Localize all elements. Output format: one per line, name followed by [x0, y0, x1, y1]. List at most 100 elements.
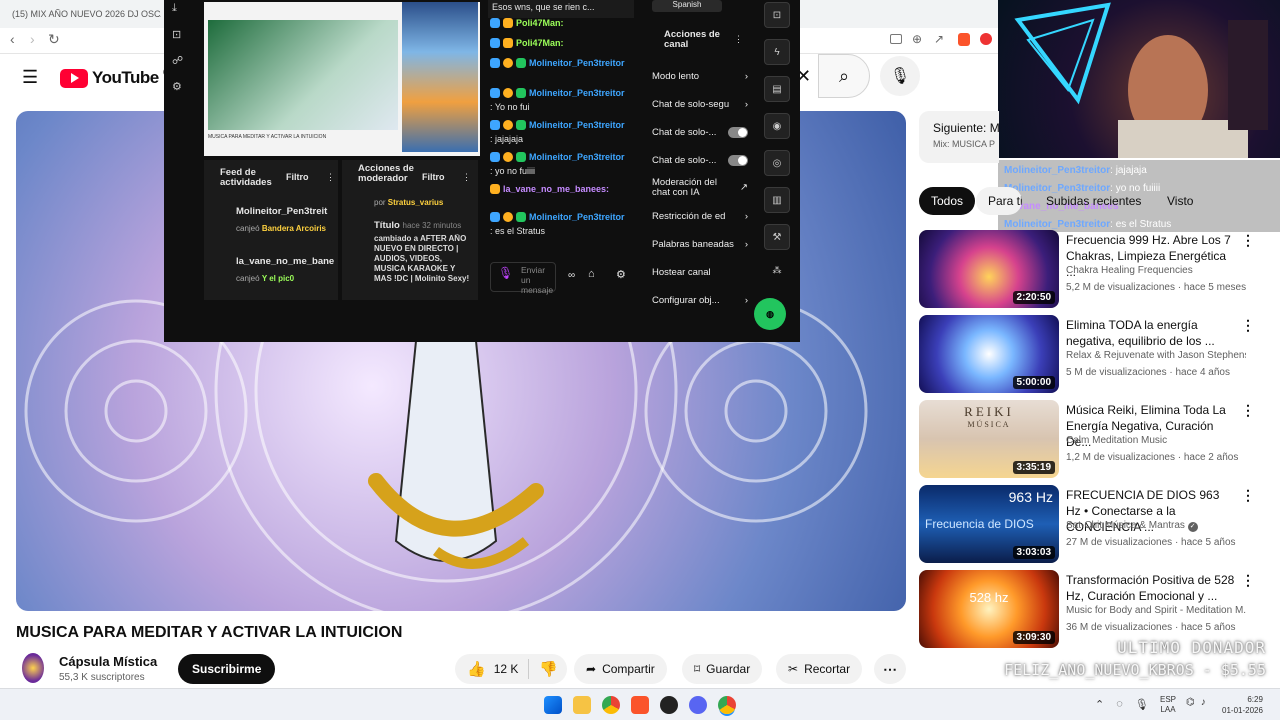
clock[interactable]: 6:29 01-01-2026 — [1222, 694, 1263, 716]
next-up-card[interactable]: Siguiente: M Mix: MUSICA P — [919, 111, 999, 163]
back-button[interactable]: ‹ — [10, 31, 15, 47]
obs-icon[interactable] — [660, 696, 678, 714]
layout-icon[interactable]: ▥ — [764, 187, 790, 213]
mod-more-icon[interactable]: ⋮ — [462, 172, 471, 183]
subscribe-button[interactable]: Suscribirme — [178, 654, 276, 684]
video-thumbnail[interactable]: 528 hz 3:09:30 — [919, 570, 1059, 648]
broadcast-icon[interactable]: ◎ — [764, 150, 790, 176]
zoom-icon[interactable]: ⊕ — [912, 32, 922, 46]
headset-support-icon[interactable]: ◍ — [754, 298, 786, 330]
start-icon[interactable] — [544, 696, 562, 714]
video-thumbnail[interactable]: REIKI MÚSICA 3:35:19 — [919, 400, 1059, 478]
more-options-icon[interactable]: ⋮ — [1241, 232, 1255, 249]
thumbs-up-icon[interactable]: 👍 — [467, 660, 486, 678]
download-icon[interactable]: ⤓ — [172, 2, 183, 15]
brave-icon[interactable] — [631, 696, 649, 714]
more-options-icon[interactable]: ⋮ — [1241, 487, 1255, 504]
activity-more-icon[interactable]: ⋮ — [326, 172, 335, 183]
toggle-switch[interactable] — [728, 154, 748, 166]
chat-username[interactable]: Molineitor_Pen3treitor — [529, 88, 625, 98]
file-explorer-icon[interactable] — [573, 696, 591, 714]
chat-settings-icon[interactable]: ⚙ — [616, 268, 626, 281]
network-icon[interactable]: ⌬ — [1186, 697, 1195, 708]
chat-username[interactable]: Poli47Man: — [516, 18, 564, 28]
rewards-icon[interactable] — [980, 33, 992, 45]
recommendation-item[interactable]: REIKI MÚSICA 3:35:19 Música Reiki, Elimi… — [919, 400, 1259, 480]
toggle-switch[interactable] — [728, 126, 748, 138]
channel-name[interactable]: Music for Body and Spirit - Meditation M… — [1066, 605, 1246, 616]
capture-icon[interactable]: ⊡ — [764, 2, 790, 28]
more-options-icon[interactable]: ⋮ — [1241, 317, 1255, 334]
clip-button[interactable]: ✂ Recortar — [776, 654, 863, 684]
chrome-active-icon[interactable] — [718, 696, 736, 714]
lightning-icon[interactable]: ϟ — [764, 39, 790, 65]
install-icon[interactable] — [890, 34, 902, 44]
video-title[interactable]: Transformación Positiva de 528 Hz, Curac… — [1066, 572, 1236, 604]
store-icon[interactable]: ⌂ — [588, 268, 595, 280]
channel-name[interactable]: Cápsula Mística — [59, 654, 157, 669]
channel-avatar[interactable] — [22, 653, 44, 683]
mod-filter-button[interactable]: Filtro — [422, 172, 445, 182]
share-button[interactable]: ➦ Compartir — [574, 654, 667, 684]
forward-button[interactable]: › — [30, 31, 35, 47]
tray-mic-icon[interactable]: 🎙 — [1135, 698, 1149, 711]
chat-username[interactable]: la_vane_no_me_banees: — [503, 184, 609, 194]
share-nodes-icon[interactable]: ⁂ — [764, 261, 790, 279]
video-title[interactable]: Elimina TODA la energía negativa, equili… — [1066, 317, 1236, 349]
menu-ai-moderation[interactable]: Moderación del chat con IA ↗ — [652, 174, 748, 202]
more-options-icon[interactable]: ⋮ — [1241, 572, 1255, 589]
recommendation-item[interactable]: 2:20:50 Frecuencia 999 Hz. Abre Los 7 Ch… — [919, 230, 1259, 310]
chat-username[interactable]: Molineitor_Pen3treitor — [529, 212, 625, 222]
stream-preview[interactable]: MUSICA PARA MEDITAR Y ACTIVAR LA INTUICI… — [204, 2, 480, 156]
users-icon[interactable]: ☍ — [172, 54, 183, 67]
activity-item[interactable]: la_vane_no_me_bane canjeó Y el pic0 — [216, 256, 338, 283]
menu-followers-only[interactable]: Chat de solo-segu › — [652, 90, 748, 118]
channel-actions-more-icon[interactable]: ⋮ — [734, 34, 743, 45]
thumbs-down-icon[interactable]: 👎 — [539, 660, 558, 678]
chat-username[interactable]: Poli47Man: — [516, 38, 564, 48]
menu-slow-mode[interactable]: Modo lento › — [652, 62, 748, 90]
volume-icon[interactable]: ♪ — [1201, 697, 1206, 708]
wrench-icon[interactable]: ⚒ — [764, 224, 790, 250]
notes-icon[interactable]: ▤ — [764, 76, 790, 102]
youtube-logo[interactable]: YouTube CL — [60, 68, 173, 88]
activity-item[interactable]: Molineitor_Pen3treit canjeó Bandera Arco… — [216, 206, 338, 233]
chat-username[interactable]: Molineitor_Pen3treitor — [529, 58, 625, 68]
menu-configure[interactable]: Configurar obj... › — [652, 286, 748, 314]
channel-name[interactable]: Calm Meditation Music — [1066, 435, 1246, 446]
video-thumbnail[interactable]: 5:00:00 — [919, 315, 1059, 393]
chip-watched[interactable]: Visto — [1155, 187, 1205, 215]
chip-for-you[interactable]: Para ti — [976, 187, 1022, 215]
recommendation-item[interactable]: 5:00:00 Elimina TODA la energía negativa… — [919, 315, 1259, 395]
menu-host-channel[interactable]: Hostear canal — [652, 258, 748, 286]
infinity-icon[interactable]: ∞ — [568, 270, 575, 281]
reload-button[interactable]: ↻ — [48, 31, 60, 48]
chat-bubble-icon[interactable]: ◉ — [764, 113, 790, 139]
activity-filter-button[interactable]: Filtro — [286, 172, 309, 182]
brave-shield-icon[interactable] — [958, 33, 970, 46]
menu-restriction[interactable]: Restricción de ed › — [652, 202, 748, 230]
language-indicator[interactable]: ESP LAA — [1160, 695, 1176, 715]
microphone-icon[interactable]: 🎙 — [498, 266, 513, 280]
tray-app-icon[interactable]: ◌ — [1116, 698, 1123, 711]
chat-username[interactable]: Molineitor_Pen3treitor — [529, 120, 625, 130]
search-button[interactable]: ⌕ — [818, 54, 870, 98]
voice-search-button[interactable]: 🎙 — [880, 56, 920, 96]
channel-name[interactable]: Relax & Rejuvenate with Jason Stephens..… — [1066, 350, 1246, 361]
share-page-icon[interactable]: ↗ — [934, 32, 944, 46]
menu-subs-only[interactable]: Chat de solo-... — [652, 118, 748, 146]
video-thumbnail[interactable]: 963 Hz Frecuencia de DIOS 3:03:03 — [919, 485, 1059, 563]
menu-icon[interactable]: ☰ — [22, 68, 38, 86]
discord-icon[interactable] — [689, 696, 707, 714]
menu-emote-only[interactable]: Chat de solo-... — [652, 146, 748, 174]
chip-all[interactable]: Todos — [919, 187, 976, 215]
recommendation-item[interactable]: 963 Hz Frecuencia de DIOS 3:03:03 FRECUE… — [919, 485, 1259, 565]
channel-name[interactable]: Chakra Healing Frequencies — [1066, 265, 1246, 276]
chat-username[interactable]: Molineitor_Pen3treitor — [529, 152, 625, 162]
settings-icon[interactable]: ⚙ — [172, 80, 183, 93]
chip-recent-uploads[interactable]: Subidas recientes — [1034, 187, 1153, 215]
browser-tab[interactable]: (15) MIX AÑO NUEVO 2026 DJ OSCA — [6, 4, 161, 24]
more-actions-button[interactable]: ⋯ — [874, 654, 906, 684]
more-options-icon[interactable]: ⋮ — [1241, 402, 1255, 419]
tray-chevron-icon[interactable]: ⌃ — [1095, 698, 1104, 711]
